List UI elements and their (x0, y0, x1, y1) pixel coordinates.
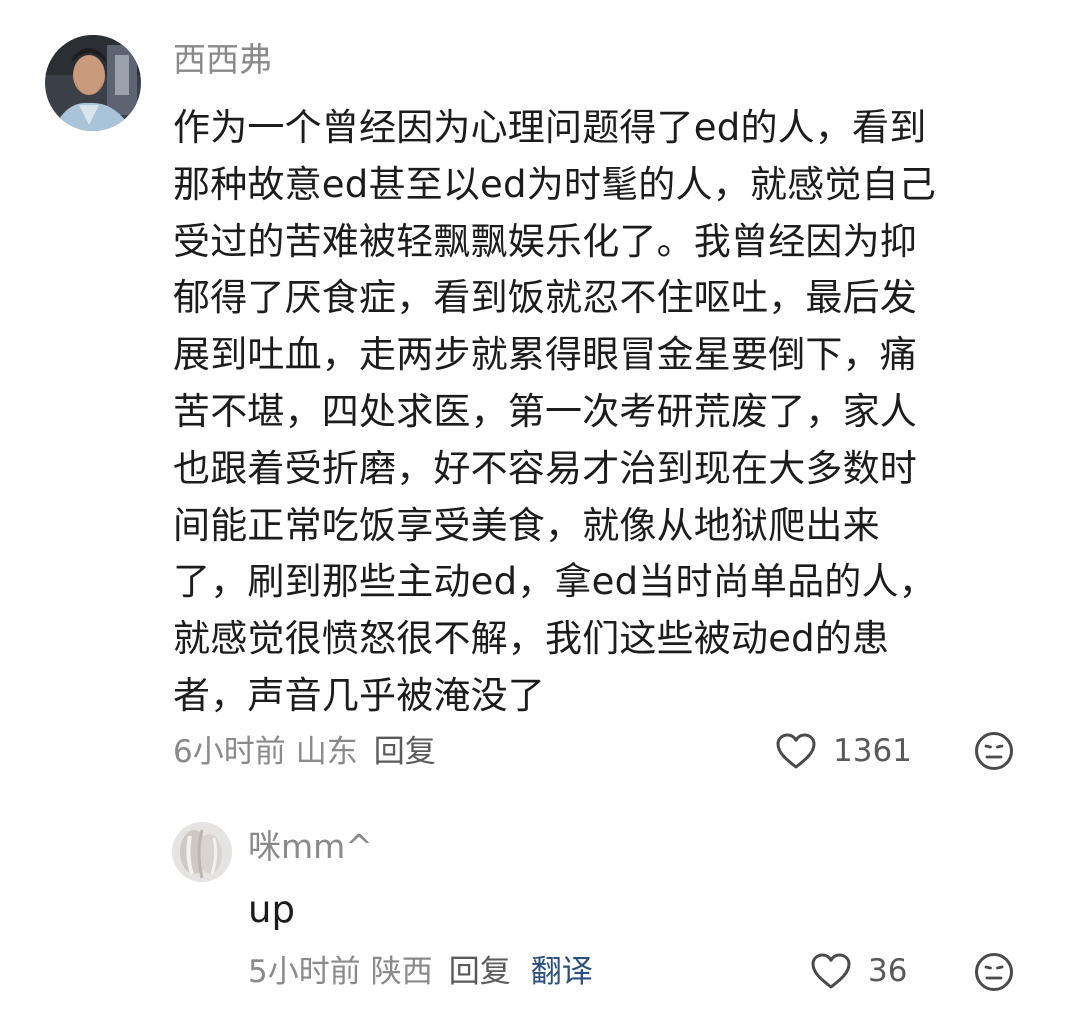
dislike-button[interactable] (974, 731, 1014, 775)
user-avatar[interactable] (45, 35, 141, 131)
comment-location: 山东 (295, 734, 358, 770)
like-button[interactable]: 1361 (775, 728, 912, 774)
translate-button[interactable]: 翻译 (531, 954, 593, 990)
like-count: 1361 (833, 733, 912, 769)
avatar-image (172, 822, 232, 882)
heart-outline-icon (776, 733, 816, 769)
unhappy-face-icon (975, 732, 1013, 770)
reply-meta: 5小时前 陕西 回复 翻译 (248, 950, 603, 994)
reply-button[interactable]: 回复 (374, 734, 436, 770)
reply-time: 5小时前 (248, 954, 361, 990)
comment-meta: 6小时前 山东 回复 (173, 730, 446, 774)
comment-time: 6小时前 (173, 734, 286, 770)
reply-button[interactable]: 回复 (449, 954, 511, 990)
reply-user-avatar[interactable] (172, 822, 232, 882)
reply-dislike-button[interactable] (974, 952, 1014, 996)
heart-outline-icon (811, 953, 851, 989)
reply-location: 陕西 (370, 954, 433, 990)
reply-like-count: 36 (868, 953, 908, 989)
reply-like-button[interactable]: 36 (810, 948, 907, 994)
reply-username[interactable]: 咪mm^ (248, 824, 373, 870)
comment-text: 作为一个曾经因为心理问题得了ed的人，看到 那种故意ed甚至以ed为时髦的人，就… (173, 106, 936, 717)
comment-username[interactable]: 西西弗 (173, 37, 272, 83)
unhappy-face-icon (975, 953, 1013, 991)
avatar-image (45, 35, 141, 131)
reply-text: up (248, 888, 295, 931)
